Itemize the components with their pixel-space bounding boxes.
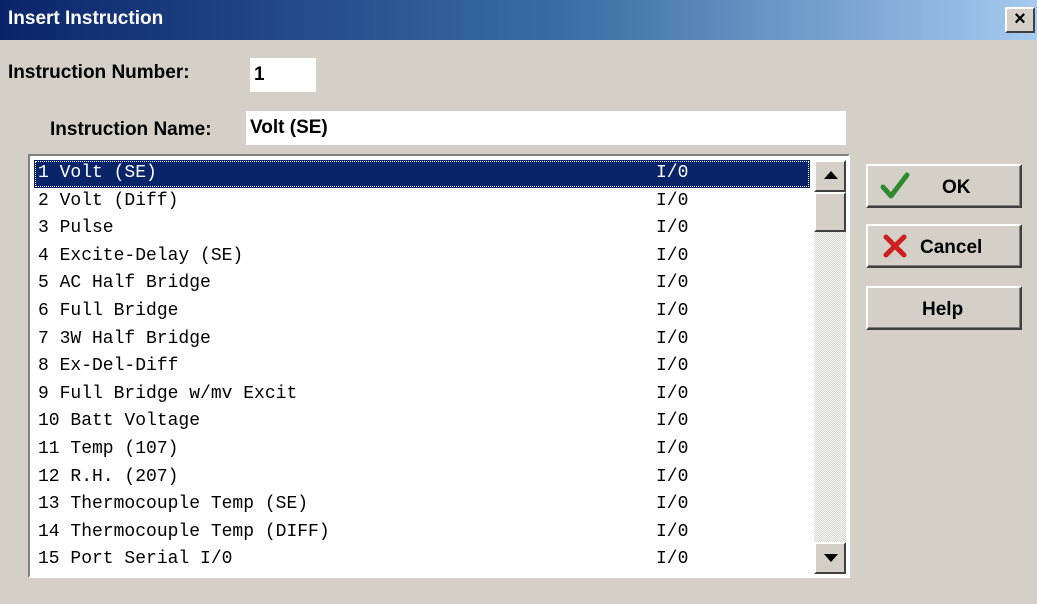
list-item[interactable]: 1 Volt (SE) I/0 — [34, 160, 810, 188]
triangle-up-icon — [824, 171, 838, 179]
scroll-thumb[interactable] — [814, 192, 846, 232]
list-item-category: I/0 — [656, 438, 689, 459]
list-item-category: I/0 — [656, 328, 689, 349]
list-item-name: 9 Full Bridge w/mv Excit — [38, 383, 298, 404]
list-item-name: 7 3W Half Bridge — [38, 328, 211, 349]
vertical-scrollbar[interactable] — [814, 160, 846, 574]
red-x-icon — [883, 234, 907, 258]
instruction-listbox[interactable]: 1 Volt (SE) I/0 2 Volt (Diff) I/0 3 Pulse I/0… — [28, 154, 850, 578]
list-item-name: 12 R.H. (207) — [38, 466, 179, 487]
list-item-category: I/0 — [656, 549, 689, 570]
instruction-list: 1 Volt (SE) I/0 2 Volt (Diff) I/0 3 Pulse I/0… — [34, 160, 810, 576]
close-button[interactable]: × — [1005, 7, 1035, 33]
triangle-down-icon — [824, 554, 838, 562]
list-item[interactable]: 4 Excite-Delay (SE) I/0 — [34, 243, 810, 271]
list-item-category: I/0 — [656, 218, 689, 239]
list-item-name: 14 Thermocouple Temp (DIFF) — [38, 521, 330, 542]
list-item-category: I/0 — [656, 163, 689, 183]
list-item-category: I/0 — [656, 466, 689, 487]
instruction-number-label: Instruction Number: — [8, 62, 190, 83]
list-item-category: I/0 — [656, 245, 689, 266]
help-button-label: Help — [922, 299, 964, 320]
list-item-category: I/0 — [656, 190, 689, 211]
list-item[interactable]: 14 Thermocouple Temp (DIFF) I/0 — [34, 519, 810, 547]
list-item-category: I/0 — [656, 411, 689, 432]
list-item-category: I/0 — [656, 383, 689, 404]
close-icon: × — [1014, 8, 1026, 30]
cancel-button[interactable]: Cancel — [866, 224, 1022, 268]
list-item-category: I/0 — [656, 273, 689, 294]
list-item-name: 11 Temp (107) — [38, 438, 179, 459]
list-item[interactable]: 7 3W Half Bridge I/0 — [34, 326, 810, 354]
help-button[interactable]: Help — [866, 286, 1022, 330]
list-item-category: I/0 — [656, 494, 689, 515]
list-item[interactable]: 15 Port Serial I/0 I/0 — [34, 546, 810, 574]
list-item-category: I/0 — [656, 356, 689, 377]
scroll-up-button[interactable] — [814, 160, 846, 192]
instruction-name-field[interactable]: Volt (SE) — [246, 111, 846, 145]
list-item[interactable]: 11 Temp (107) I/0 — [34, 436, 810, 464]
list-item[interactable]: 2 Volt (Diff) I/0 — [34, 188, 810, 216]
list-item-name: 4 Excite-Delay (SE) — [38, 245, 244, 266]
list-item[interactable]: 8 Ex-Del-Diff I/0 — [34, 353, 810, 381]
list-item[interactable]: 10 Batt Voltage I/0 — [34, 408, 810, 436]
list-item-name: 10 Batt Voltage — [38, 411, 201, 432]
list-item-category: I/0 — [656, 300, 689, 321]
list-item-name: 3 Pulse — [38, 218, 114, 239]
list-item[interactable]: 12 R.H. (207) I/0 — [34, 464, 810, 492]
list-item[interactable]: 6 Full Bridge I/0 — [34, 298, 810, 326]
list-item-category: I/0 — [656, 521, 689, 542]
list-item[interactable]: 9 Full Bridge w/mv Excit I/0 — [34, 381, 810, 409]
ok-button[interactable]: OK — [866, 164, 1022, 208]
instruction-number-field[interactable]: 1 — [250, 58, 316, 92]
list-item[interactable]: 13 Thermocouple Temp (SE) I/0 — [34, 491, 810, 519]
list-item[interactable]: 5 AC Half Bridge I/0 — [34, 270, 810, 298]
ok-button-label: OK — [942, 177, 971, 198]
list-item-name: 13 Thermocouple Temp (SE) — [38, 494, 309, 515]
list-item-name: 5 AC Half Bridge — [38, 273, 211, 294]
green-checkmark-icon — [880, 172, 910, 199]
list-item-name: 6 Full Bridge — [38, 300, 179, 321]
insert-instruction-dialog: Insert Instruction × Instruction Number:… — [0, 0, 1037, 604]
scroll-down-button[interactable] — [814, 542, 846, 574]
list-item-name: 1 Volt (SE) — [38, 163, 157, 183]
list-item[interactable]: 3 Pulse I/0 — [34, 215, 810, 243]
list-item-name: 8 Ex-Del-Diff — [38, 356, 179, 377]
cancel-button-label: Cancel — [920, 237, 983, 258]
instruction-name-label: Instruction Name: — [50, 119, 212, 140]
title-bar[interactable]: Insert Instruction × — [0, 0, 1037, 40]
dialog-title: Insert Instruction — [8, 8, 164, 29]
list-item-name: 2 Volt (Diff) — [38, 190, 179, 211]
list-item-name: 15 Port Serial I/0 — [38, 549, 233, 570]
